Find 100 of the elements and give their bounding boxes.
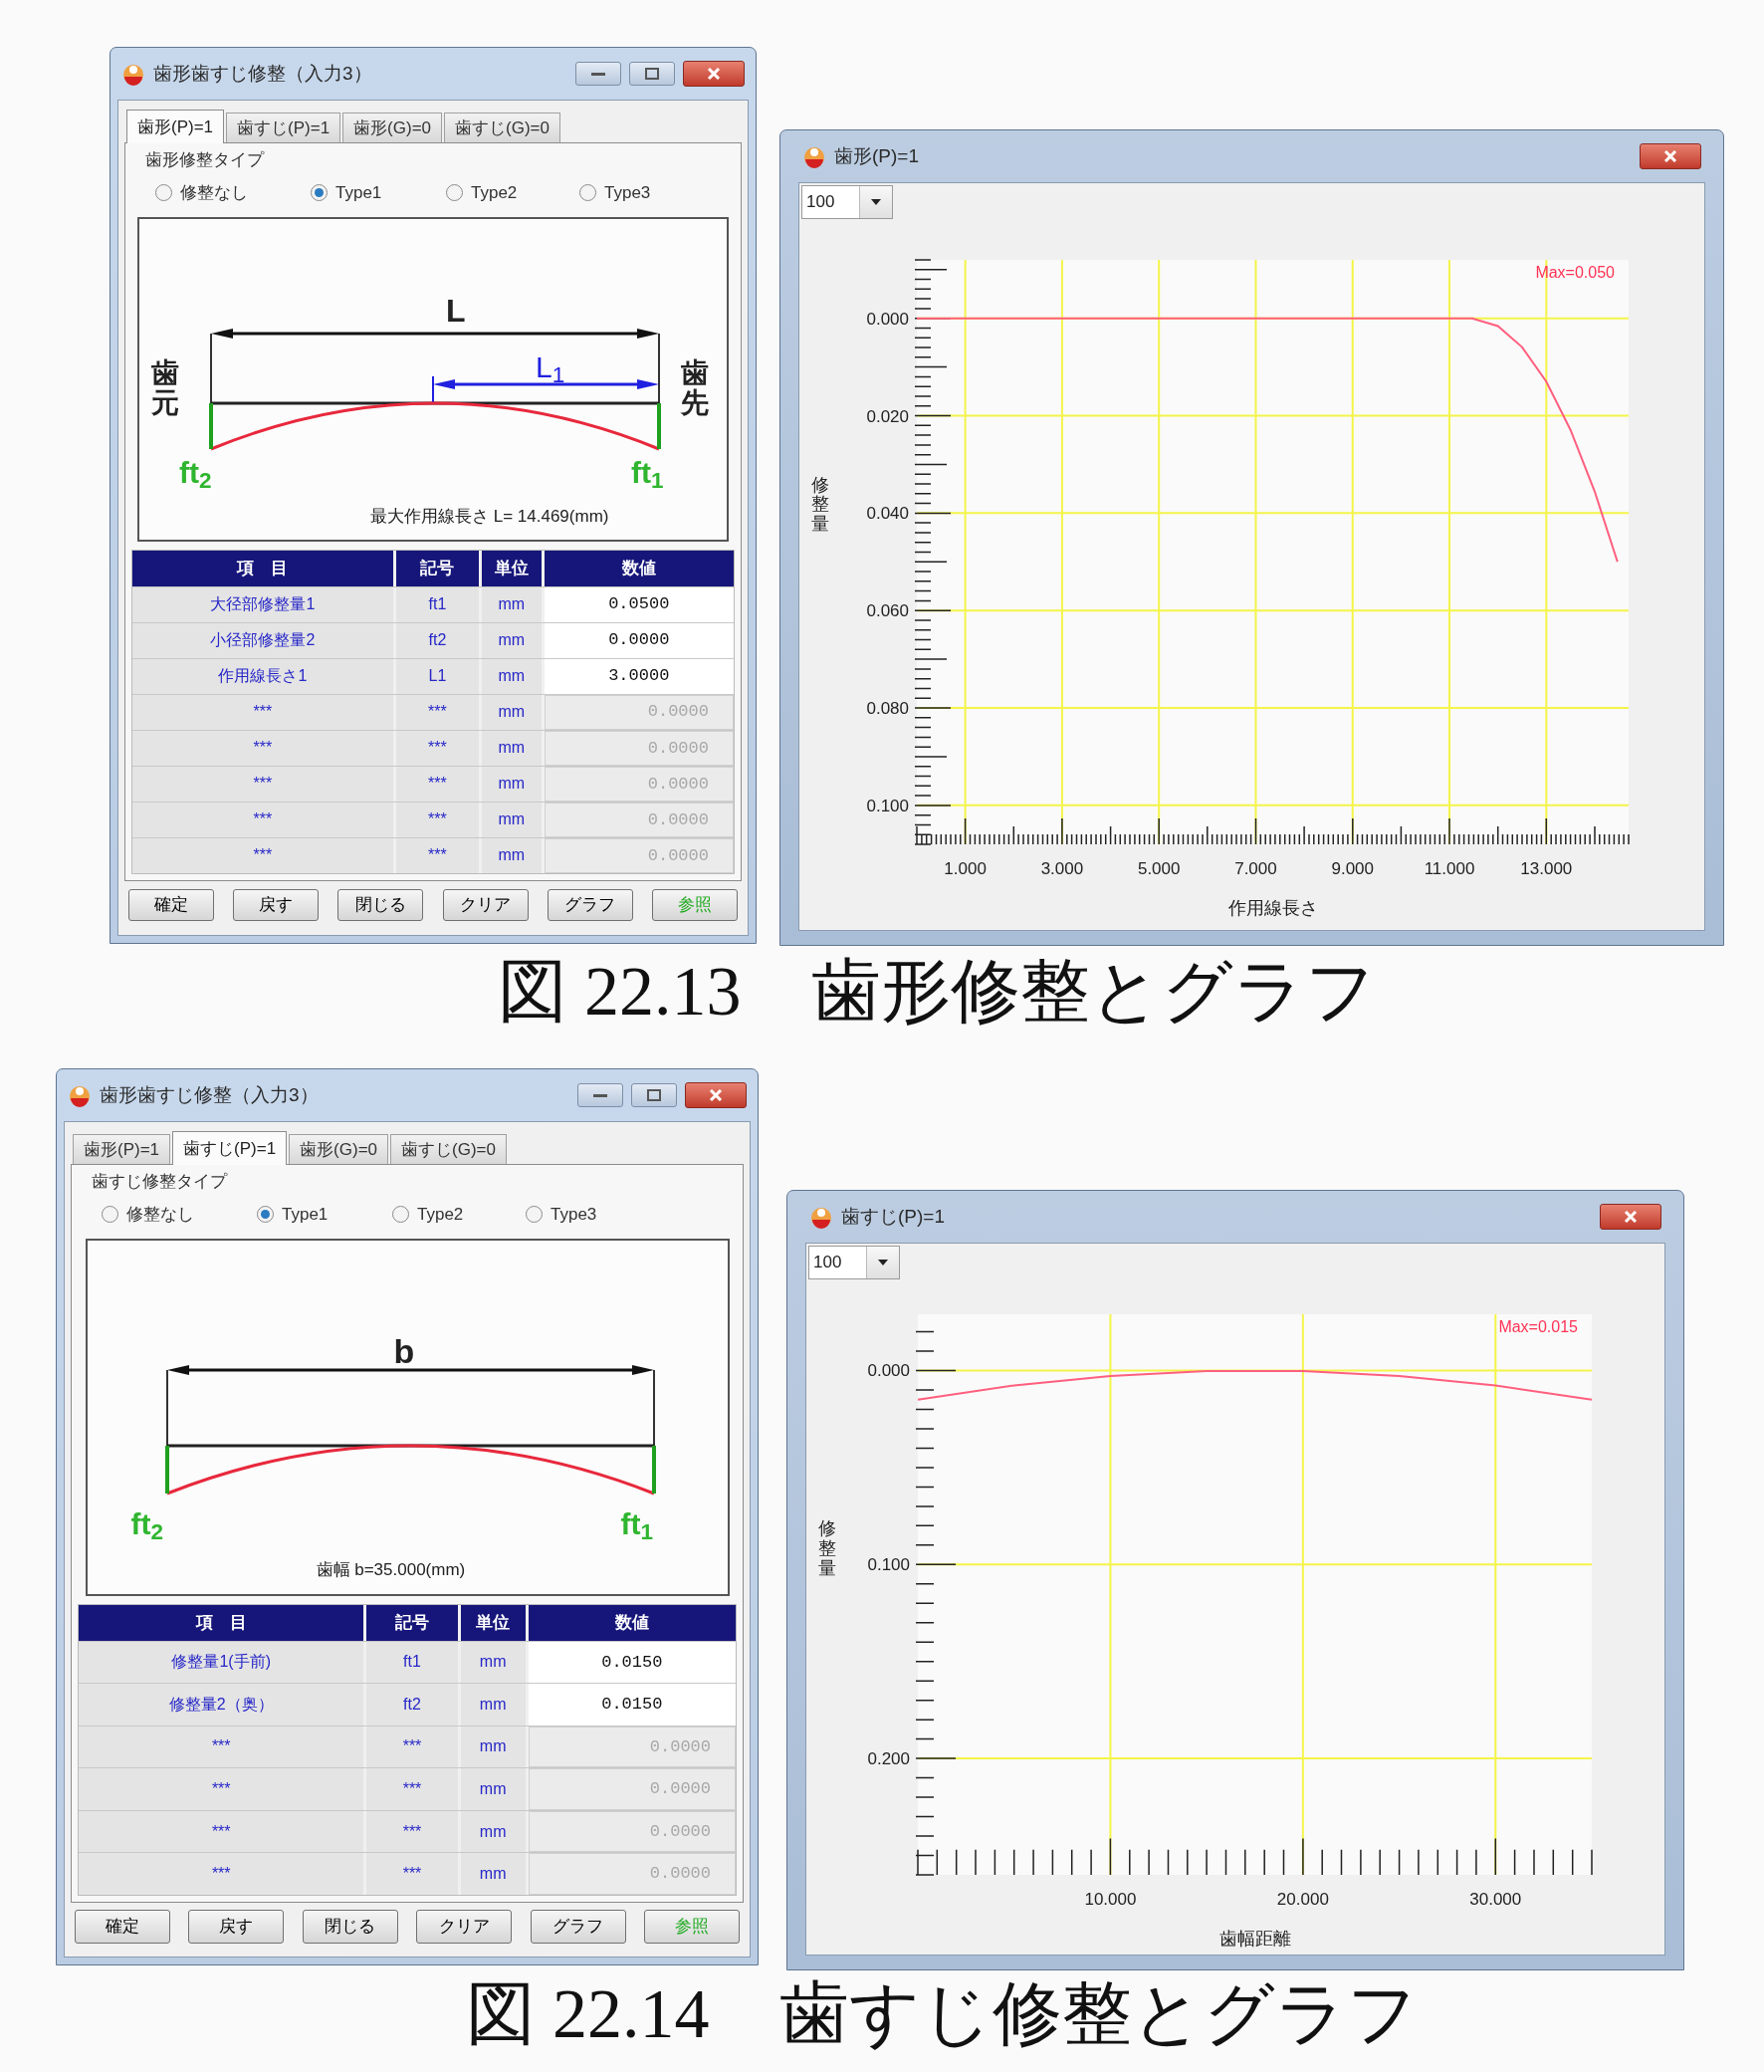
table-cell: 作用線長さ1 <box>132 658 393 694</box>
table-cell: *** <box>395 802 480 837</box>
close-icon <box>707 68 721 80</box>
tick-label: 0.200 <box>867 1749 910 1769</box>
column-header: 単位 <box>460 1604 526 1641</box>
tab[interactable]: 歯すじ(G)=0 <box>444 113 560 142</box>
dimension-label: L <box>446 291 466 331</box>
tick-label: 0.000 <box>867 1361 910 1381</box>
diagram-note: 最大作用線長さ L= 14.469(mm) <box>370 505 609 528</box>
table-cell: *** <box>395 766 480 802</box>
action-button[interactable]: クリア <box>416 1910 513 1944</box>
tick-label: 0.000 <box>866 309 909 329</box>
action-button[interactable]: クリア <box>442 889 529 921</box>
value-field[interactable]: 0.0150 <box>528 1684 736 1726</box>
tab[interactable]: 歯形(G)=0 <box>289 1134 389 1164</box>
app-icon <box>121 62 145 86</box>
table-cell: mm <box>460 1810 526 1853</box>
table-cell: *** <box>366 1726 458 1768</box>
app-icon <box>802 144 826 168</box>
caret-icon <box>870 198 882 206</box>
table-cell: mm <box>482 802 542 837</box>
column-header: 単位 <box>482 550 542 586</box>
zoom-dropdown[interactable]: 100 <box>801 185 893 219</box>
tick-label: 0.100 <box>867 1555 910 1575</box>
close-button[interactable] <box>683 61 745 87</box>
table-cell: mm <box>482 622 542 658</box>
close-button[interactable] <box>1640 143 1701 169</box>
group-label: 歯すじ修整タイプ <box>91 1171 227 1193</box>
tab[interactable]: 歯すじ(P)=1 <box>172 1131 288 1165</box>
tab[interactable]: 歯形(G)=0 <box>342 113 443 142</box>
radio-button[interactable]: Type1 <box>257 1201 329 1228</box>
action-button[interactable]: 戻す <box>233 889 320 921</box>
axis-title: 歯幅距離 <box>1218 1929 1291 1949</box>
side-label: 歯元 <box>151 357 179 420</box>
maximize-button[interactable] <box>631 1083 677 1107</box>
table-cell: ft1 <box>395 586 480 622</box>
tab[interactable]: 歯形(P)=1 <box>73 1134 171 1164</box>
close-button[interactable] <box>1600 1204 1661 1230</box>
table-cell: mm <box>460 1641 526 1684</box>
table-cell: 修整量1(手前) <box>79 1641 364 1684</box>
tick-label: 13.000 <box>1520 859 1573 878</box>
value-field[interactable]: 3.0000 <box>544 658 734 694</box>
window-title: 歯形(P)=1 <box>834 143 919 168</box>
radio-button[interactable]: Type3 <box>579 179 651 206</box>
close-icon <box>709 1089 723 1101</box>
app-icon <box>809 1205 833 1229</box>
minimize-icon <box>593 1092 607 1098</box>
dimension-label: L$_{1}$ <box>536 348 565 389</box>
close-icon <box>1663 150 1677 162</box>
action-button[interactable]: 確定 <box>75 1910 170 1944</box>
column-header: 記号 <box>395 550 480 586</box>
tick-label: 0.040 <box>866 504 909 524</box>
column-header: 数値 <box>528 1604 736 1641</box>
table-cell: *** <box>79 1853 364 1895</box>
table-cell: *** <box>366 1768 458 1810</box>
action-button[interactable]: 確定 <box>128 889 214 921</box>
tab[interactable]: 歯すじ(G)=0 <box>390 1134 507 1164</box>
radio-button[interactable]: 修整なし <box>155 179 248 206</box>
window-title: 歯形歯すじ修整（入力3） <box>153 61 372 86</box>
table-cell: *** <box>395 837 480 873</box>
app-icon <box>68 1083 92 1107</box>
radio-button[interactable]: Type3 <box>526 1201 597 1228</box>
radio-button[interactable]: Type2 <box>446 179 518 206</box>
table-cell: *** <box>132 694 393 730</box>
table-cell: 大径部修整量1 <box>132 586 393 622</box>
radio-button[interactable]: Type2 <box>392 1201 464 1228</box>
value-field[interactable]: 0.0150 <box>528 1641 736 1684</box>
value-field[interactable]: 0.0000 <box>544 622 734 658</box>
maximize-button[interactable] <box>629 62 675 86</box>
minimize-button[interactable] <box>577 1083 623 1107</box>
action-button[interactable]: グラフ <box>547 889 633 921</box>
window-title: 歯すじ(P)=1 <box>841 1204 945 1229</box>
window-title: 歯形歯すじ修整（入力3） <box>100 1082 319 1107</box>
action-button[interactable]: 閉じる <box>302 1910 398 1944</box>
tick-label: 0.020 <box>866 406 909 426</box>
table-cell: mm <box>482 586 542 622</box>
radio-button[interactable]: 修整なし <box>102 1201 194 1228</box>
modification-label: ft$_{1}$ <box>631 454 664 495</box>
tick-label: 0.060 <box>866 601 909 621</box>
value-field[interactable]: 0.0500 <box>544 586 734 622</box>
table-cell: mm <box>460 1684 526 1726</box>
group-label: 歯形修整タイプ <box>144 149 264 171</box>
minimize-button[interactable] <box>575 62 621 86</box>
tick-label: 20.000 <box>1276 1890 1329 1909</box>
table-cell: *** <box>395 730 480 766</box>
axis-title: 修整量 <box>811 475 829 535</box>
action-button[interactable]: 閉じる <box>337 889 424 921</box>
side-label: 歯先 <box>681 357 709 420</box>
tab[interactable]: 歯形(P)=1 <box>126 110 225 143</box>
max-label: Max=0.015 <box>1498 1318 1578 1335</box>
action-button[interactable]: グラフ <box>530 1910 626 1944</box>
action-button[interactable]: 戻す <box>188 1910 285 1944</box>
close-button[interactable] <box>685 1082 747 1108</box>
table-cell: *** <box>366 1853 458 1895</box>
tick-label: 7.000 <box>1234 859 1277 878</box>
tab[interactable]: 歯すじ(P)=1 <box>226 113 341 142</box>
zoom-dropdown[interactable]: 100 <box>808 1246 900 1279</box>
figure-caption: 図 22.14 歯すじ修整とグラフ <box>465 1974 1419 2054</box>
radio-button[interactable]: Type1 <box>311 179 382 206</box>
table-cell: mm <box>482 766 542 802</box>
